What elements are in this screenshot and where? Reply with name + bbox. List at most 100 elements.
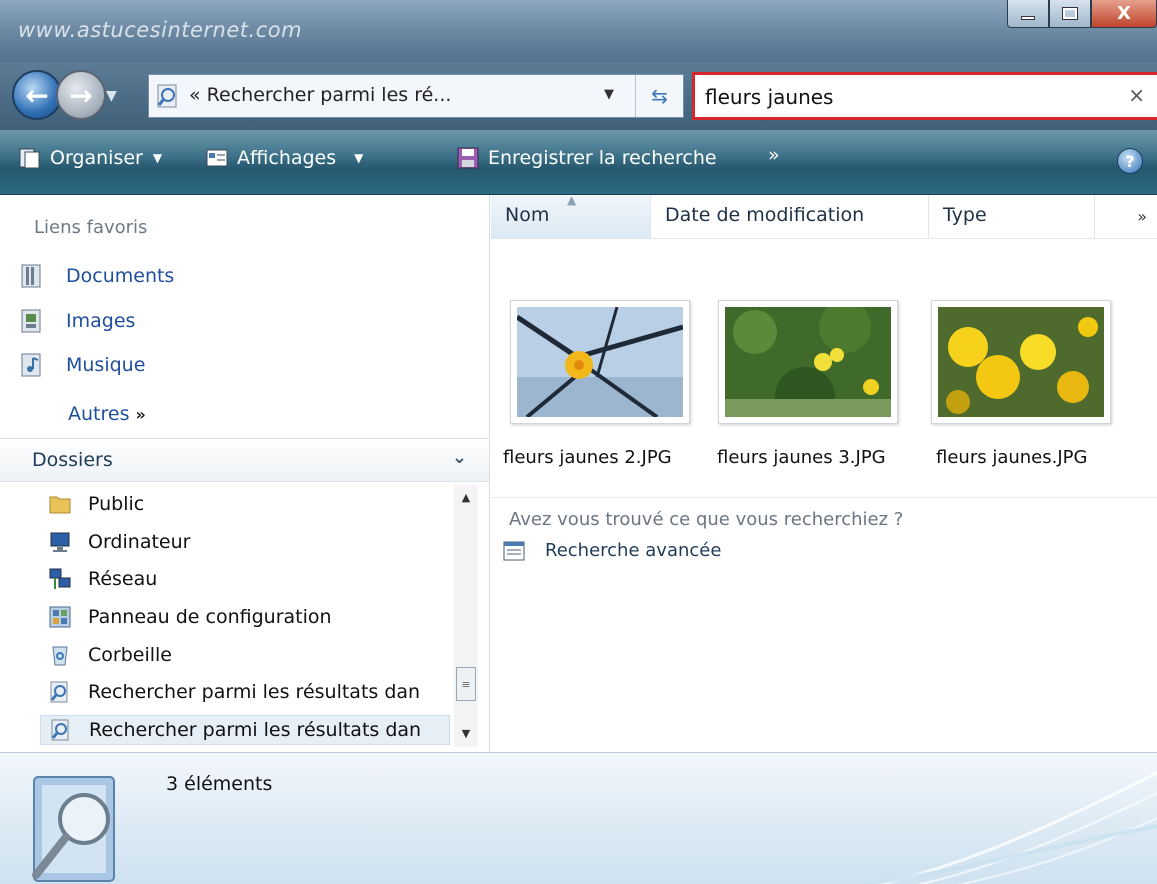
- column-name[interactable]: Nom ▲: [491, 193, 651, 239]
- save-search-label: Enregistrer la recherche: [488, 147, 717, 169]
- favorite-images[interactable]: Images: [20, 308, 135, 334]
- title-bar[interactable]: www.astucesinternet.com X: [0, 0, 1157, 62]
- column-date-label: Date de modification: [665, 204, 865, 226]
- column-type[interactable]: Type: [929, 195, 1095, 239]
- folder-icon: [49, 496, 71, 514]
- refresh-icon: ⇆: [651, 84, 668, 108]
- tree-scrollbar[interactable]: ▲ ≡ ▼: [454, 485, 478, 747]
- decorative-swoosh: [857, 771, 1157, 884]
- advanced-search-link[interactable]: Recherche avancée: [503, 540, 721, 561]
- sort-ascending-icon: ▲: [567, 193, 577, 207]
- image-thumbnail: [517, 307, 683, 417]
- organize-icon: [19, 148, 40, 169]
- back-arrow-icon: ←: [25, 78, 49, 112]
- tree-item-ordinateur[interactable]: Ordinateur: [48, 530, 190, 554]
- save-search-button[interactable]: Enregistrer la recherche: [456, 146, 717, 170]
- images-icon: [21, 309, 41, 333]
- favorite-music[interactable]: Musique: [20, 352, 145, 378]
- affichages-button[interactable]: Affichages ▼: [205, 146, 363, 170]
- help-button[interactable]: ?: [1117, 148, 1143, 174]
- favorite-label: Musique: [66, 354, 146, 376]
- saved-search-icon: [50, 681, 68, 703]
- file-thumbnail-1[interactable]: [510, 300, 690, 424]
- computer-icon: [50, 532, 70, 552]
- tree-item-reseau[interactable]: Réseau: [48, 567, 157, 591]
- image-thumbnail: [938, 307, 1104, 417]
- tree-item-label: Panneau de configuration: [88, 606, 332, 628]
- tree-item-saved-search-2[interactable]: Rechercher parmi les résultats dan: [40, 715, 450, 745]
- chevron-down-icon: ⌄: [451, 447, 467, 468]
- window-controls: X: [1007, 0, 1157, 30]
- tree-item-label: Rechercher parmi les résultats dan: [89, 719, 422, 741]
- divider: [491, 497, 1157, 498]
- tree-item-corbeille[interactable]: Corbeille: [48, 643, 172, 667]
- image-thumbnail: [725, 307, 891, 417]
- tree-item-label: Ordinateur: [88, 531, 191, 553]
- back-button[interactable]: ←: [12, 70, 62, 120]
- folders-toggle[interactable]: Dossiers ⌄: [0, 438, 489, 482]
- save-search-icon: [457, 147, 479, 169]
- tree-item-label: Public: [88, 493, 145, 515]
- close-icon: X: [1117, 3, 1131, 24]
- file-thumbnail-2[interactable]: [718, 300, 898, 424]
- tree-item-public[interactable]: Public: [48, 492, 144, 516]
- command-bar: Organiser ▼ Affichages ▼ Enregistrer la …: [0, 130, 1157, 195]
- forward-button[interactable]: →: [56, 70, 106, 120]
- favorite-documents[interactable]: Documents: [20, 263, 174, 289]
- organiser-label: Organiser: [50, 147, 143, 169]
- details-pane: 3 éléments: [0, 752, 1157, 884]
- search-input[interactable]: fleurs jaunes: [705, 85, 833, 109]
- minimize-button[interactable]: [1007, 0, 1049, 28]
- file-name[interactable]: fleurs jaunes.JPG: [936, 447, 1087, 468]
- folders-heading: Dossiers: [32, 449, 113, 471]
- address-dropdown-icon[interactable]: ▼: [604, 87, 614, 102]
- search-box[interactable]: fleurs jaunes ×: [692, 72, 1157, 120]
- close-button[interactable]: X: [1091, 0, 1157, 28]
- file-thumbnail-3[interactable]: [931, 300, 1111, 424]
- search-folder-icon: [32, 776, 115, 882]
- navigation-pane: Liens favoris Documents Images Musique A…: [0, 195, 490, 752]
- tree-item-saved-search-1[interactable]: Rechercher parmi les résultats dan: [48, 680, 420, 704]
- advanced-search-icon: [503, 541, 525, 560]
- tree-item-panneau[interactable]: Panneau de configuration: [48, 605, 332, 629]
- favorite-label: Images: [66, 310, 136, 332]
- minimize-icon: [1021, 15, 1035, 20]
- double-chevron-icon: »: [135, 405, 146, 424]
- advanced-search-label: Recherche avancée: [545, 540, 722, 561]
- favorite-links-heading: Liens favoris: [34, 217, 148, 238]
- column-date[interactable]: Date de modification: [651, 195, 929, 239]
- address-bar[interactable]: « Rechercher parmi les ré... ▼ ⇆: [148, 74, 684, 118]
- column-type-label: Type: [943, 204, 987, 226]
- search-help-question: Avez vous trouvé ce que vous recherchiez…: [509, 509, 904, 530]
- chevron-down-icon: ▼: [152, 151, 163, 165]
- recent-pages-dropdown[interactable]: ▼: [106, 88, 117, 104]
- file-name[interactable]: fleurs jaunes 2.JPG: [503, 447, 672, 468]
- address-text: « Rechercher parmi les ré...: [189, 84, 452, 106]
- organiser-button[interactable]: Organiser ▼: [18, 146, 162, 170]
- documents-icon: [21, 264, 41, 288]
- music-icon: [21, 353, 41, 377]
- tree-item-label: Corbeille: [88, 644, 172, 666]
- scroll-thumb[interactable]: ≡: [456, 667, 476, 701]
- affichages-label: Affichages: [237, 147, 337, 169]
- maximize-button[interactable]: [1049, 0, 1091, 28]
- column-header: Nom ▲ Date de modification Type »: [491, 193, 1157, 239]
- forward-arrow-icon: →: [69, 78, 93, 112]
- favorite-label: Documents: [66, 265, 175, 287]
- more-commands-button[interactable]: »: [768, 144, 780, 166]
- more-favorites-label: Autres: [68, 403, 130, 425]
- clear-search-icon[interactable]: ×: [1128, 83, 1145, 107]
- scroll-down-icon[interactable]: ▼: [454, 721, 478, 745]
- refresh-button[interactable]: ⇆: [635, 75, 683, 117]
- more-commands-icon: »: [768, 144, 780, 166]
- tree-item-label: Réseau: [88, 568, 158, 590]
- watermark: www.astucesinternet.com: [18, 18, 303, 42]
- saved-search-icon: [51, 719, 69, 741]
- file-name[interactable]: fleurs jaunes 3.JPG: [717, 447, 886, 468]
- more-favorites-link[interactable]: Autres »: [68, 403, 146, 425]
- chevron-down-icon: ▼: [354, 151, 364, 165]
- more-columns-icon[interactable]: »: [1137, 207, 1147, 226]
- recycle-bin-icon: [52, 646, 68, 666]
- file-list-pane: Nom ▲ Date de modification Type » fleurs…: [491, 193, 1157, 752]
- scroll-up-icon[interactable]: ▲: [454, 485, 478, 509]
